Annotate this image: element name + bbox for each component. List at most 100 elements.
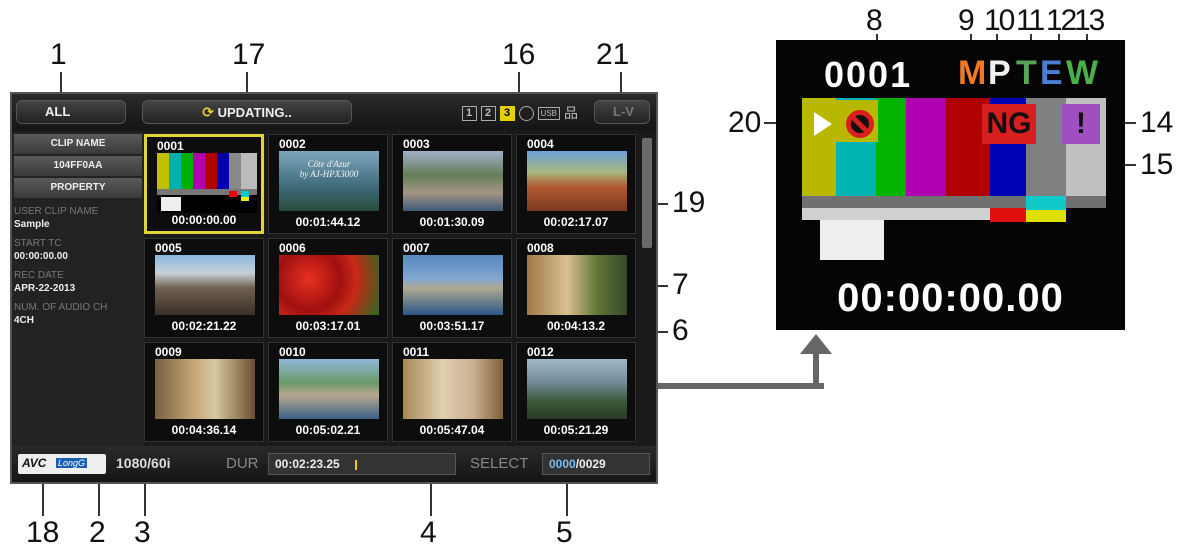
callout-4: 4 [420, 516, 437, 549]
clip-thumbnail-screen: ALL ⟳ UPDATING.. 1 2 3 USB 品 L-V CLIP NA… [10, 92, 658, 484]
callout-3: 3 [134, 516, 151, 549]
zoom-timecode: 00:00:00.00 [837, 276, 1064, 320]
clip-thumbnail [403, 255, 503, 315]
clip-number: 0005 [155, 241, 182, 255]
scrollbar[interactable] [642, 138, 652, 248]
clip-timecode: 00:03:17.01 [295, 319, 361, 333]
clip-number: 0001 [157, 139, 184, 153]
callout-1: 1 [50, 38, 67, 71]
format-label: 1080/60i [116, 455, 171, 471]
clip-cell[interactable]: 0010 00:05:02.21 [268, 342, 388, 442]
clip-timecode: 00:03:51.17 [419, 319, 485, 333]
clip-timecode: 00:05:02.21 [295, 423, 361, 437]
clip-thumbnail [155, 359, 255, 419]
callout-17: 17 [232, 38, 266, 71]
thumbnail-overlay-text: Côte d'Azur by AJ-HPX3000 [299, 159, 359, 179]
select-total: /0029 [575, 457, 606, 471]
leader-zoom-v [813, 352, 819, 389]
callout-11: 11 [1016, 4, 1045, 37]
rec-date-label: REC DATE [14, 270, 64, 281]
clip-timecode: 00:02:17.07 [543, 215, 609, 229]
duration-progress [355, 459, 358, 470]
ng-badge: NG [982, 104, 1036, 144]
clip-thumbnail [527, 359, 627, 419]
callout-18: 18 [26, 516, 60, 549]
slot-2[interactable]: 2 [480, 105, 496, 121]
status-pill: ⟳ UPDATING.. [142, 100, 352, 124]
network-icon: 品 [564, 105, 578, 121]
clip-thumbnail [279, 255, 379, 315]
clip-number: 0003 [403, 137, 430, 151]
user-clip-name-value: Sample [14, 219, 50, 230]
filter-pill[interactable]: ALL [16, 100, 126, 124]
slot-3[interactable]: 3 [499, 105, 515, 121]
refresh-icon: ⟳ [202, 104, 214, 120]
property-sidebar: CLIP NAME 104FF0AA PROPERTY USER CLIP NA… [12, 132, 144, 450]
clip-timecode: 00:05:47.04 [419, 423, 485, 437]
prohibited-icon [846, 110, 874, 138]
sd-card-icon [518, 105, 534, 121]
start-tc-value: 00:00:00.00 [14, 251, 68, 262]
clip-number: 0012 [527, 345, 554, 359]
flag-p: P [988, 54, 1011, 92]
clip-thumbnail [527, 255, 627, 315]
top-bar: ALL ⟳ UPDATING.. 1 2 3 USB 品 L-V [12, 94, 656, 130]
clip-timecode: 00:01:30.09 [419, 215, 485, 229]
callout-21: 21 [596, 38, 630, 71]
duration-value: 00:02:23.25 [275, 457, 340, 471]
duration-box: 00:02:23.25 [268, 453, 456, 475]
clip-cell[interactable]: 0003 00:01:30.09 [392, 134, 512, 234]
clip-name-header: CLIP NAME [14, 134, 142, 154]
bottom-bar: AVC LongG 1080/60i DUR 00:02:23.25 SELEC… [12, 446, 656, 482]
property-header: PROPERTY [14, 178, 142, 198]
select-current: 0000 [549, 457, 576, 471]
codec-sub-label: LongG [56, 458, 88, 468]
callout-8: 8 [866, 4, 883, 37]
clip-timecode: 00:05:21.29 [543, 423, 609, 437]
right-pill: L-V [594, 100, 650, 124]
clip-cell[interactable]: 0005 00:02:21.22 [144, 238, 264, 338]
dur-label: DUR [226, 455, 259, 472]
callout-14: 14 [1140, 106, 1174, 139]
status-label: UPDATING.. [217, 105, 292, 120]
clip-cell[interactable]: 0009 00:04:36.14 [144, 342, 264, 442]
select-box: 0000/0029 [542, 453, 650, 475]
clip-number: 0010 [279, 345, 306, 359]
warning-badge: ! [1062, 104, 1100, 144]
flag-w: W [1066, 54, 1099, 92]
clip-number: 0006 [279, 241, 306, 255]
slot-1[interactable]: 1 [461, 105, 477, 121]
select-label: SELECT [470, 455, 529, 472]
audio-ch-value: 4CH [14, 315, 35, 326]
play-pointer-icon [814, 112, 832, 136]
callout-20: 20 [728, 106, 762, 139]
codec-label: AVC [22, 456, 47, 470]
flag-m: M [958, 54, 987, 92]
clip-cell[interactable]: 0002 Côte d'Azur by AJ-HPX3000 00:01:44.… [268, 134, 388, 234]
clip-cell[interactable]: 0012 00:05:21.29 [516, 342, 636, 442]
audio-ch-label: NUM. OF AUDIO CH [14, 302, 108, 313]
clip-timecode: 00:00:00.00 [171, 213, 237, 227]
clip-thumbnail [403, 151, 503, 211]
flag-e: E [1040, 54, 1063, 92]
callout-16: 16 [502, 38, 536, 71]
callout-12: 12 [1046, 4, 1077, 37]
clip-grid: 0001 00:00:00.00 0002 Côte d'Azur by AJ-… [144, 134, 640, 446]
flag-t: T [1016, 54, 1037, 92]
clip-cell[interactable]: 0001 00:00:00.00 [144, 134, 264, 234]
callout-13: 13 [1074, 4, 1105, 37]
clip-number: 0004 [527, 137, 554, 151]
clip-number: 0007 [403, 241, 430, 255]
clip-cell[interactable]: 0008 00:04:13.2 [516, 238, 636, 338]
zoom-clip-number: 0001 [824, 54, 913, 95]
clip-cell[interactable]: 0011 00:05:47.04 [392, 342, 512, 442]
clip-cell[interactable]: 0006 00:03:17.01 [268, 238, 388, 338]
zoom-arrow-head [800, 334, 832, 354]
clip-number: 0009 [155, 345, 182, 359]
rec-date-value: APR-22-2013 [14, 283, 76, 294]
callout-5: 5 [556, 516, 573, 549]
clip-thumbnail [403, 359, 503, 419]
clip-cell[interactable]: 0007 00:03:51.17 [392, 238, 512, 338]
clip-cell[interactable]: 0004 00:02:17.07 [516, 134, 636, 234]
callout-6: 6 [672, 314, 689, 347]
